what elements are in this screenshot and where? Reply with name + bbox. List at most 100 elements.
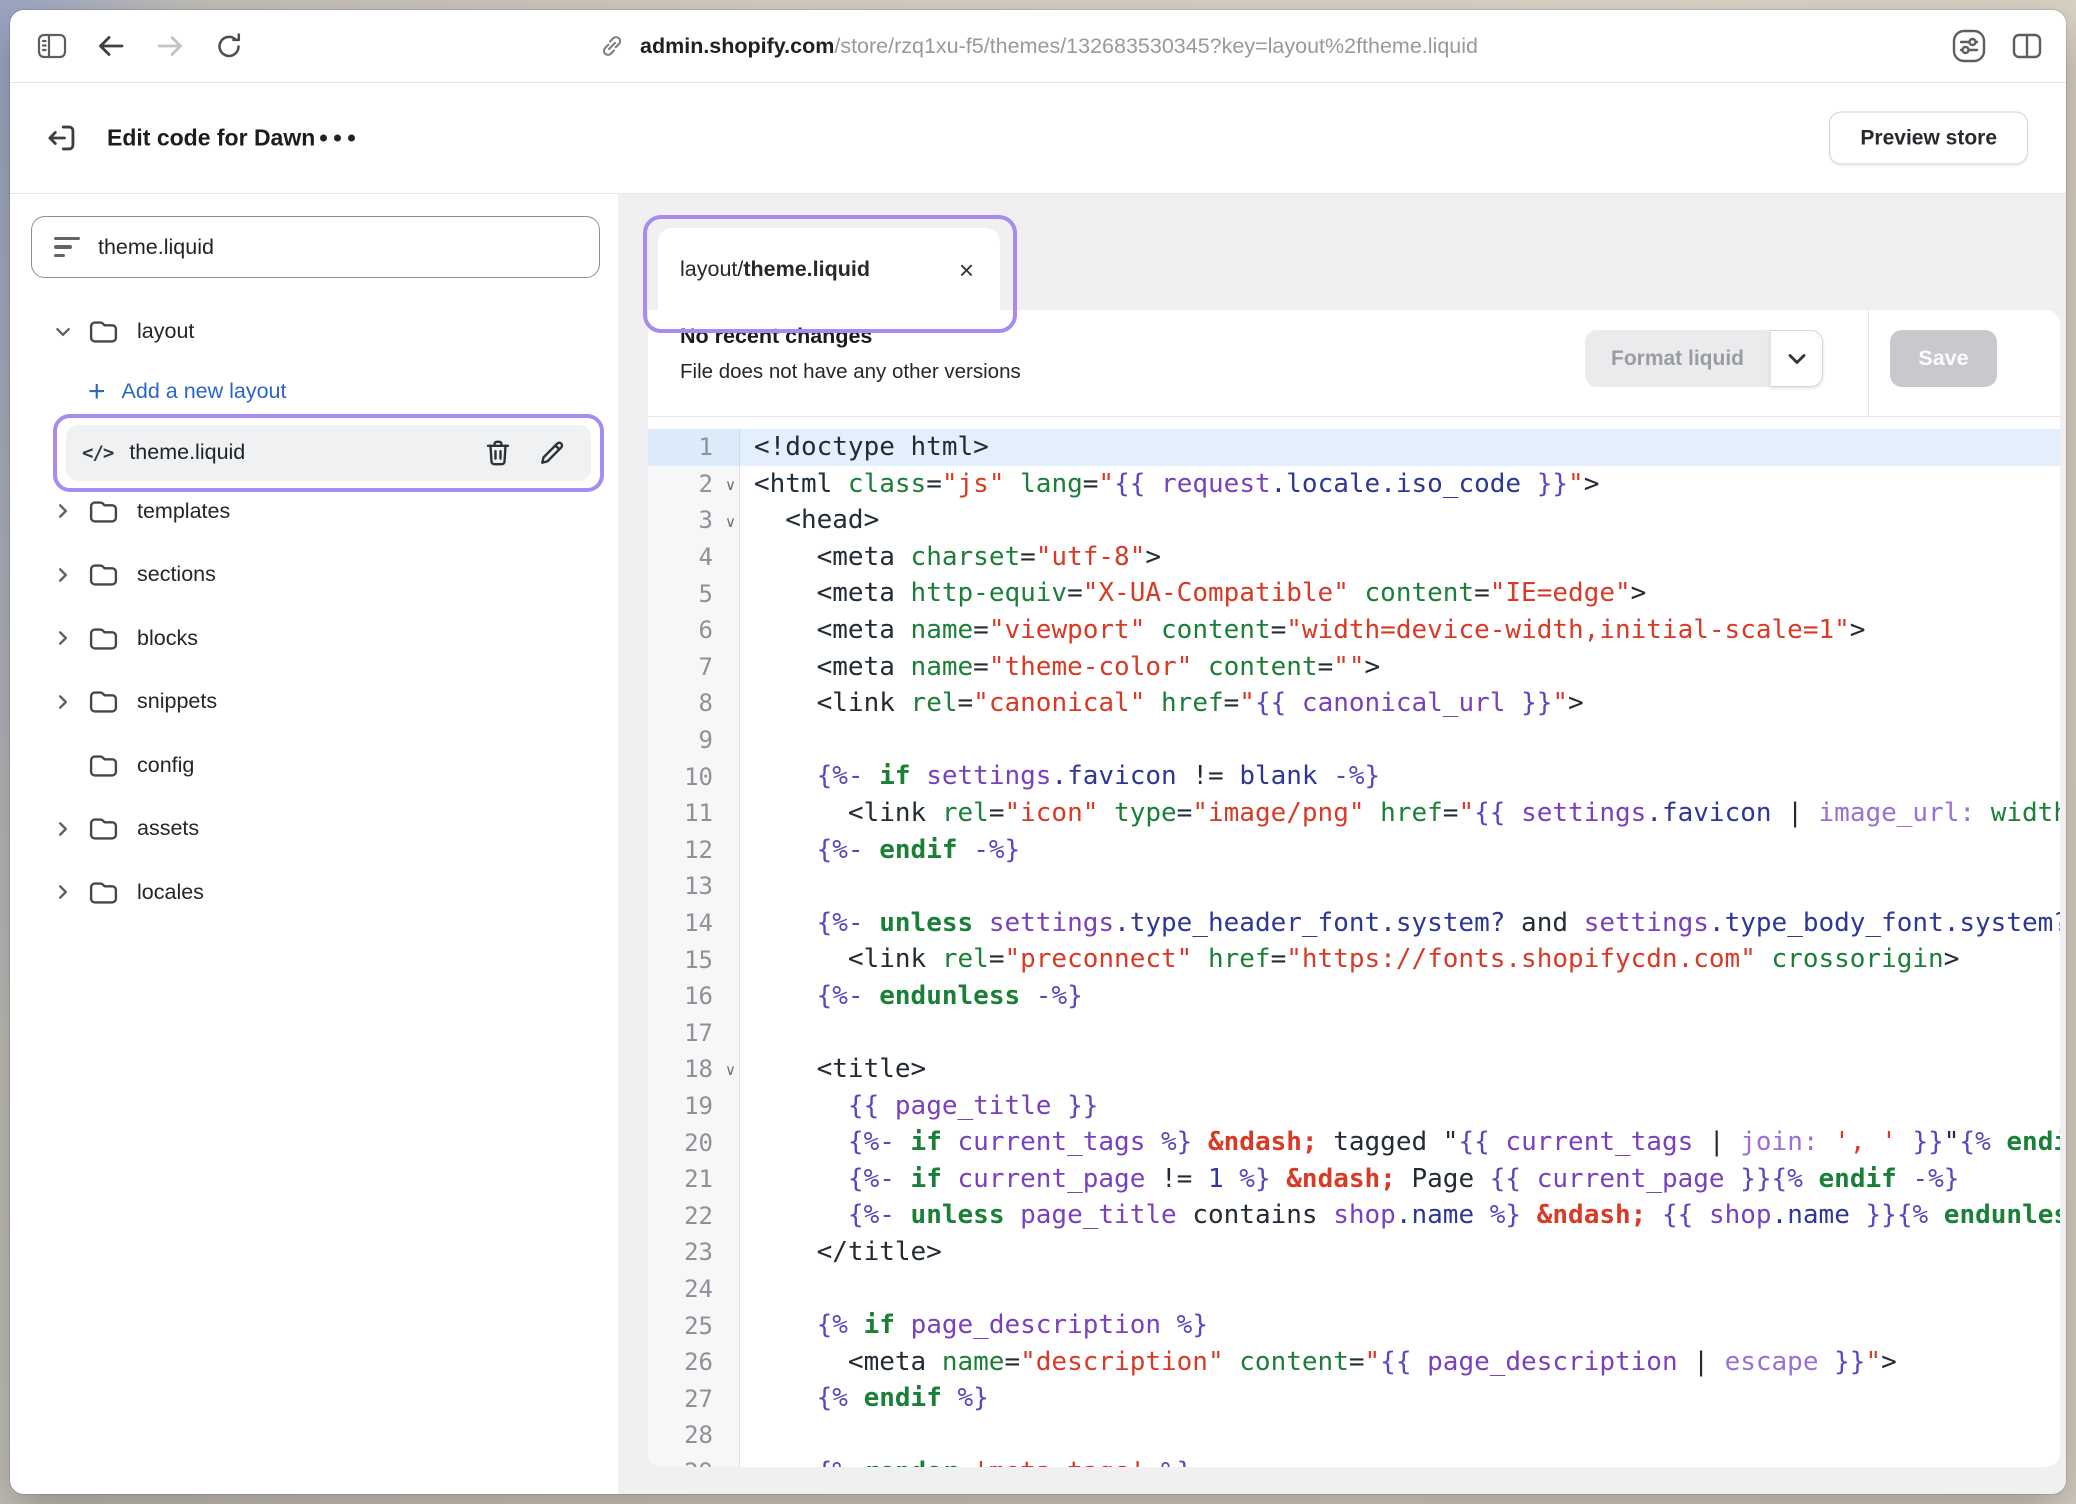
code-line-12[interactable]: 12 {%- endif -%} bbox=[648, 832, 2060, 869]
sidebar-toggle-icon[interactable] bbox=[36, 31, 68, 61]
code-line-25[interactable]: 25 {% if page_description %} bbox=[648, 1307, 2060, 1344]
code-line-16[interactable]: 16 {%- endunless -%} bbox=[648, 978, 2060, 1015]
line-number: 23 bbox=[684, 1238, 739, 1266]
reload-icon[interactable] bbox=[213, 30, 245, 62]
code-line-13[interactable]: 13 bbox=[648, 868, 2060, 905]
line-number: 8 bbox=[699, 689, 739, 717]
code-line-22[interactable]: 22 {%- unless page_title contains shop.n… bbox=[648, 1197, 2060, 1234]
fold-icon[interactable]: ∨ bbox=[725, 1061, 736, 1079]
line-number: 1 bbox=[699, 433, 739, 461]
url-host: admin.shopify.com bbox=[640, 34, 834, 58]
file-search-input[interactable] bbox=[98, 235, 599, 260]
code-line-11[interactable]: 11 <link rel="icon" type="image/png" hre… bbox=[648, 795, 2060, 832]
sidebar-item-layout[interactable]: layout bbox=[10, 300, 618, 364]
line-number: 16 bbox=[684, 982, 739, 1010]
chevron-down-icon[interactable] bbox=[50, 323, 76, 341]
code-line-18[interactable]: 18∨ <title> bbox=[648, 1051, 2060, 1088]
sidebar-item-config[interactable]: config bbox=[10, 734, 618, 798]
more-actions-icon[interactable] bbox=[310, 125, 365, 152]
browser-toolbar: admin.shopify.com/store/rzq1xu-f5/themes… bbox=[10, 10, 2066, 83]
folder-icon bbox=[88, 498, 119, 525]
code-line-8[interactable]: 8 <link rel="canonical" href="{{ canonic… bbox=[648, 685, 2060, 722]
code-line-26[interactable]: 26 <meta name="description" content="{{ … bbox=[648, 1344, 2060, 1381]
code-line-23[interactable]: 23 </title> bbox=[648, 1234, 2060, 1271]
chevron-right-icon[interactable] bbox=[50, 883, 76, 901]
code-line-10[interactable]: 10 {%- if settings.favicon != blank -%} bbox=[648, 758, 2060, 795]
code-line-27[interactable]: 27 {% endif %} bbox=[648, 1380, 2060, 1417]
line-number: 5 bbox=[699, 580, 739, 608]
rename-file-icon[interactable] bbox=[537, 438, 567, 468]
code-line-1[interactable]: 1<!doctype html> bbox=[648, 429, 2060, 466]
line-number: 12 bbox=[684, 836, 739, 864]
chevron-right-icon[interactable] bbox=[50, 820, 76, 838]
chevron-right-icon[interactable] bbox=[50, 566, 76, 584]
sidebar-item-templates[interactable]: templates bbox=[10, 480, 618, 544]
line-number: 11 bbox=[684, 799, 739, 827]
sidebar-item-theme.liquid[interactable]: </>theme.liquid bbox=[66, 425, 591, 481]
filter-icon bbox=[54, 237, 80, 257]
line-number: 10 bbox=[684, 763, 739, 791]
file-tree: layout+Add a new layout</>theme.liquidte… bbox=[10, 300, 618, 924]
chevron-right-icon[interactable] bbox=[50, 502, 76, 520]
tab-theme-liquid[interactable]: layout/theme.liquid × bbox=[658, 228, 1000, 311]
exit-editor-icon[interactable] bbox=[40, 116, 84, 160]
code-line-6[interactable]: 6 <meta name="viewport" content="width=d… bbox=[648, 612, 2060, 649]
editor-header: No recent changes File does not have any… bbox=[648, 310, 2060, 417]
page-settings-icon[interactable] bbox=[1950, 27, 1988, 65]
code-editor[interactable]: 1<!doctype html>2∨<html class="js" lang=… bbox=[648, 417, 2060, 1467]
code-file-icon: </> bbox=[82, 442, 113, 464]
format-options-caret[interactable] bbox=[1770, 330, 1823, 387]
code-line-2[interactable]: 2∨<html class="js" lang="{{ request.loca… bbox=[648, 466, 2060, 503]
folder-icon bbox=[88, 625, 119, 652]
save-button[interactable]: Save bbox=[1890, 330, 1997, 387]
line-number: 28 bbox=[684, 1421, 739, 1449]
chevron-right-icon[interactable] bbox=[50, 629, 76, 647]
browser-window: admin.shopify.com/store/rzq1xu-f5/themes… bbox=[10, 10, 2066, 1494]
editor-pane: layout/theme.liquid × No recent changes … bbox=[618, 194, 2066, 1494]
code-line-17[interactable]: 17 bbox=[648, 1015, 2060, 1052]
code-line-5[interactable]: 5 <meta http-equiv="X-UA-Compatible" con… bbox=[648, 575, 2060, 612]
preview-store-button[interactable]: Preview store bbox=[1829, 112, 2028, 165]
fold-icon[interactable]: ∨ bbox=[725, 476, 736, 494]
selected-file-highlight-ring: </>theme.liquid bbox=[53, 414, 604, 492]
folder-icon bbox=[88, 318, 119, 345]
code-line-20[interactable]: 20 {%- if current_tags %} &ndash; tagged… bbox=[648, 1124, 2060, 1161]
address-bar[interactable]: admin.shopify.com/store/rzq1xu-f5/themes… bbox=[598, 10, 1478, 82]
split-view-icon[interactable] bbox=[2010, 30, 2044, 62]
code-line-29[interactable]: 29 {% render 'meta-tags' %} bbox=[648, 1454, 2060, 1467]
line-number: 17 bbox=[684, 1019, 739, 1047]
delete-file-icon[interactable] bbox=[483, 438, 513, 468]
line-number: 6 bbox=[699, 616, 739, 644]
file-sidebar: layout+Add a new layout</>theme.liquidte… bbox=[10, 194, 618, 1494]
code-line-24[interactable]: 24 bbox=[648, 1271, 2060, 1308]
link-icon bbox=[598, 32, 626, 60]
forward-icon[interactable] bbox=[154, 31, 186, 61]
sidebar-item-blocks[interactable]: blocks bbox=[10, 607, 618, 671]
code-line-7[interactable]: 7 <meta name="theme-color" content=""> bbox=[648, 649, 2060, 686]
code-line-15[interactable]: 15 <link rel="preconnect" href="https://… bbox=[648, 941, 2060, 978]
tab-close-icon[interactable]: × bbox=[955, 255, 978, 285]
line-number: 27 bbox=[684, 1385, 739, 1413]
sidebar-item-assets[interactable]: assets bbox=[10, 797, 618, 861]
line-number: 7 bbox=[699, 653, 739, 681]
sidebar-item-locales[interactable]: locales bbox=[10, 861, 618, 925]
sidebar-item-snippets[interactable]: snippets bbox=[10, 670, 618, 734]
code-line-3[interactable]: 3∨ <head> bbox=[648, 502, 2060, 539]
folder-icon bbox=[88, 561, 119, 588]
file-search-box[interactable] bbox=[31, 216, 600, 278]
back-icon[interactable] bbox=[95, 31, 127, 61]
code-line-9[interactable]: 9 bbox=[648, 722, 2060, 759]
code-line-28[interactable]: 28 bbox=[648, 1417, 2060, 1454]
chevron-right-icon[interactable] bbox=[50, 693, 76, 711]
line-number: 29 bbox=[684, 1458, 739, 1467]
code-line-19[interactable]: 19 {{ page_title }} bbox=[648, 1088, 2060, 1125]
line-number: 19 bbox=[684, 1092, 739, 1120]
sidebar-item-sections[interactable]: sections bbox=[10, 543, 618, 607]
fold-icon[interactable]: ∨ bbox=[725, 513, 736, 531]
code-line-14[interactable]: 14 {%- unless settings.type_header_font.… bbox=[648, 905, 2060, 942]
line-number: 4 bbox=[699, 543, 739, 571]
code-line-4[interactable]: 4 <meta charset="utf-8"> bbox=[648, 539, 2060, 576]
format-liquid-button[interactable]: Format liquid bbox=[1585, 330, 1770, 387]
code-line-21[interactable]: 21 {%- if current_page != 1 %} &ndash; P… bbox=[648, 1161, 2060, 1198]
add-new-layout-link[interactable]: +Add a new layout bbox=[10, 364, 618, 420]
